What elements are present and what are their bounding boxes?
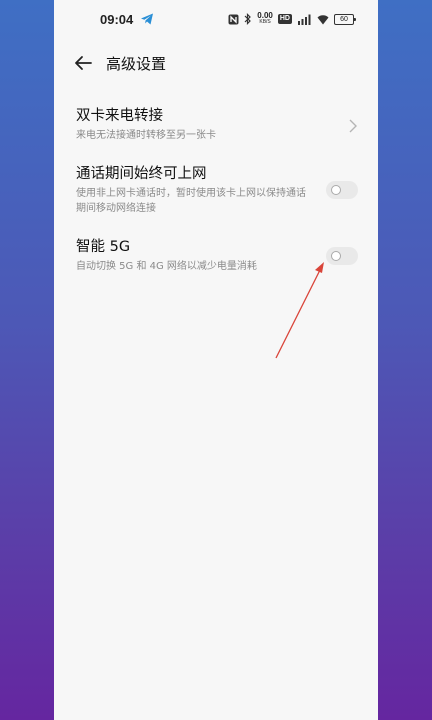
network-speed-value: 0.00 (257, 11, 273, 20)
setting-title: 双卡来电转接 (76, 108, 163, 124)
chevron-right-icon (349, 119, 357, 133)
signal-icon (298, 14, 311, 25)
phone-screen: 09:04 0.00 KB/S HD 60 高级设置 双卡来电转接 来电无法接通… (54, 0, 378, 720)
app-header: 高级设置 (54, 44, 378, 84)
setting-dual-sim-call-forwarding[interactable]: 双卡来电转接 来电无法接通时转移至另一张卡 (76, 106, 358, 143)
toggle-knob (331, 185, 341, 195)
battery-indicator: 60 (334, 13, 356, 25)
toggle-knob (331, 251, 341, 261)
setting-data-during-calls: 通话期间始终可上网 使用非上网卡通话时，暂时使用该卡上网以保持通话期间移动网络连… (76, 164, 358, 216)
setting-smart-5g: 智能 5G 自动切换 5G 和 4G 网络以减少电量消耗 (76, 237, 358, 274)
setting-title: 通话期间始终可上网 (76, 166, 207, 182)
data-during-calls-toggle[interactable] (326, 181, 358, 199)
setting-description: 使用非上网卡通话时，暂时使用该卡上网以保持通话期间移动网络连接 (76, 188, 306, 214)
status-time: 09:04 (100, 12, 134, 27)
hd-badge: HD (277, 14, 292, 24)
status-bar: 09:04 0.00 KB/S HD 60 (54, 0, 378, 40)
network-speed-unit: KB/S (259, 19, 271, 25)
network-speed: 0.00 KB/S (257, 12, 273, 26)
bluetooth-icon (244, 13, 252, 25)
smart-5g-toggle[interactable] (326, 247, 358, 265)
status-icons: 0.00 KB/S HD 60 (228, 11, 356, 27)
nfc-icon (228, 14, 239, 24)
back-arrow-icon[interactable] (72, 52, 94, 74)
wifi-icon (317, 14, 329, 24)
page-title: 高级设置 (106, 55, 167, 73)
setting-description: 来电无法接通时转移至另一张卡 (76, 130, 216, 141)
setting-description: 自动切换 5G 和 4G 网络以减少电量消耗 (76, 261, 257, 272)
setting-title: 智能 5G (76, 239, 131, 255)
telegram-icon (141, 13, 153, 25)
